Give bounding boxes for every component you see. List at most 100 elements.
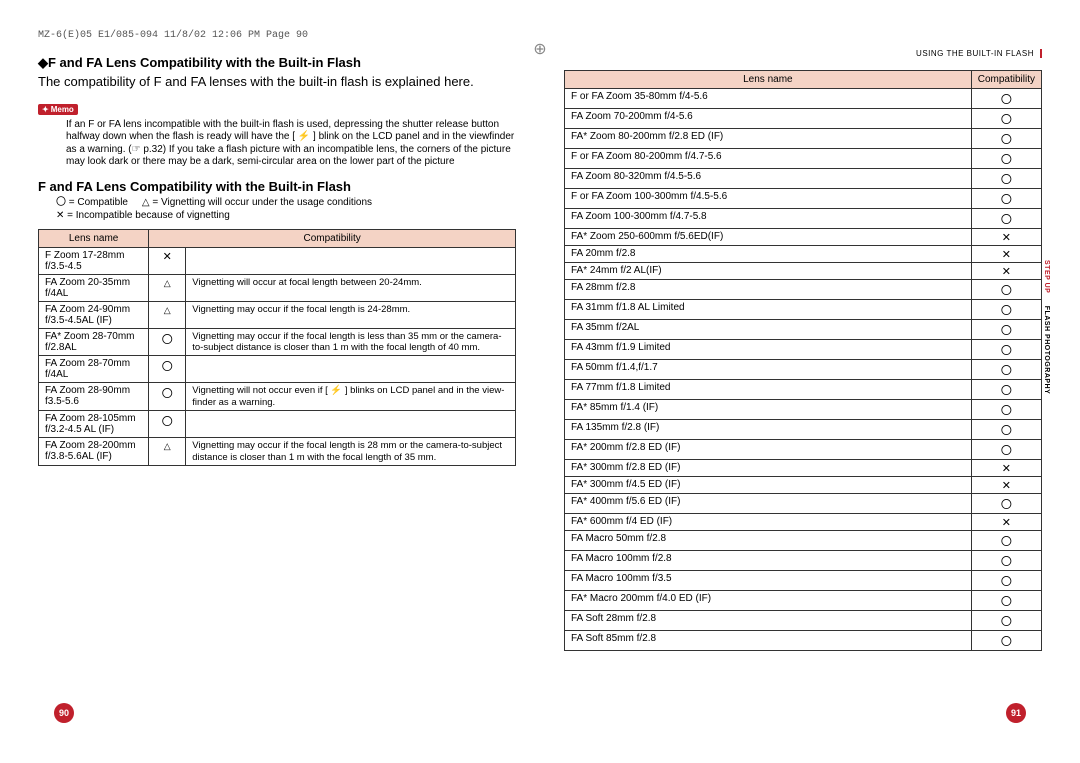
note-cell: Vignetting will not occur even if [ ⚡ ] … <box>186 383 516 411</box>
symbol-cell: 〇 <box>149 328 186 356</box>
print-header: MZ-6(E)05 E1/085-094 11/8/02 12:06 PM Pa… <box>38 30 1042 41</box>
table-row: FA Macro 100mm f/2.8〇 <box>565 551 1042 571</box>
lens-cell: FA* 400mm f/5.6 ED (IF) <box>565 494 972 514</box>
page-number-left: 90 <box>54 703 74 723</box>
symbol-cell: 〇 <box>971 494 1041 514</box>
symbol-cell: 〇 <box>971 360 1041 380</box>
right-page: USING THE BUILT-IN FLASH Lens name Compa… <box>564 49 1042 651</box>
left-page: ◆F and FA Lens Compatibility with the Bu… <box>38 49 516 651</box>
table-row: FA Macro 50mm f/2.8〇 <box>565 531 1042 551</box>
table-row: FA* 85mm f/1.4 (IF)〇 <box>565 400 1042 420</box>
lens-cell: FA Macro 100mm f/3.5 <box>565 571 972 591</box>
table-row: F or FA Zoom 35-80mm f/4-5.6〇 <box>565 89 1042 109</box>
side-tab: STEP UP FLASH PHOTOGRAPHY <box>1043 260 1050 394</box>
memo-badge: ✦ Memo <box>38 104 78 115</box>
legend-cross: ✕ = Incompatible because of vignetting <box>56 210 230 221</box>
section-title: ◆F and FA Lens Compatibility with the Bu… <box>38 55 516 71</box>
lens-cell: FA 77mm f/1.8 Limited <box>565 380 972 400</box>
lens-cell: FA* Zoom 28-70mm f/2.8AL <box>39 328 149 356</box>
symbol-cell: 〇 <box>971 280 1041 300</box>
lens-cell: F Zoom 17-28mm f/3.5-4.5 <box>39 247 149 274</box>
side-tab-flash: FLASH PHOTOGRAPHY <box>1043 306 1050 395</box>
note-cell <box>186 247 516 274</box>
lens-cell: FA Zoom 70-200mm f/4-5.6 <box>565 109 972 129</box>
table-row: FA Zoom 70-200mm f/4-5.6〇 <box>565 109 1042 129</box>
note-cell: Vignetting may occur if the focal length… <box>186 301 516 328</box>
lens-cell: FA Zoom 24-90mm f/3.5-4.5AL (IF) <box>39 301 149 328</box>
lens-cell: FA 31mm f/1.8 AL Limited <box>565 300 972 320</box>
lens-cell: F or FA Zoom 80-200mm f/4.7-5.6 <box>565 149 972 169</box>
symbol-cell: 〇 <box>971 340 1041 360</box>
table-row: FA 28mm f/2.8〇 <box>565 280 1042 300</box>
table-row: FA 135mm f/2.8 (IF)〇 <box>565 420 1042 440</box>
table-row: FA Zoom 28-200mm f/3.8-5.6AL (IF)△Vignet… <box>39 438 516 466</box>
table-row: FA Zoom 28-70mm f/4AL〇 <box>39 356 516 383</box>
symbol-cell: 〇 <box>149 356 186 383</box>
right-table: Lens name Compatibility F or FA Zoom 35-… <box>564 70 1042 651</box>
table-row: FA 20mm f/2.8✕ <box>565 246 1042 263</box>
lens-cell: FA* Macro 200mm f/4.0 ED (IF) <box>565 591 972 611</box>
lens-cell: FA* 300mm f/4.5 ED (IF) <box>565 477 972 494</box>
memo-text: If an F or FA lens incompatible with the… <box>66 119 516 169</box>
th-lens: Lens name <box>39 229 149 247</box>
lens-cell: FA Soft 28mm f/2.8 <box>565 611 972 631</box>
symbol-cell: 〇 <box>971 129 1041 149</box>
symbol-cell: ✕ <box>149 247 186 274</box>
table-row: FA 31mm f/1.8 AL Limited〇 <box>565 300 1042 320</box>
symbol-cell: 〇 <box>971 89 1041 109</box>
crop-mark-icon: ⊕ <box>533 42 546 58</box>
lens-cell: FA 28mm f/2.8 <box>565 280 972 300</box>
symbol-cell: 〇 <box>971 300 1041 320</box>
table-title: F and FA Lens Compatibility with the Bui… <box>38 179 516 194</box>
table-row: FA* Zoom 80-200mm f/2.8 ED (IF)〇 <box>565 129 1042 149</box>
memo-label: Memo <box>51 105 74 114</box>
left-table: Lens name Compatibility F Zoom 17-28mm f… <box>38 229 516 466</box>
lens-cell: FA Zoom 100-300mm f/4.7-5.8 <box>565 209 972 229</box>
table-row: FA* 400mm f/5.6 ED (IF)〇 <box>565 494 1042 514</box>
lens-cell: FA Zoom 20-35mm f/4AL <box>39 274 149 301</box>
lens-cell: FA* 200mm f/2.8 ED (IF) <box>565 440 972 460</box>
table-row: FA Zoom 80-320mm f/4.5-5.6〇 <box>565 169 1042 189</box>
lens-cell: FA 35mm f/2AL <box>565 320 972 340</box>
table-row: F Zoom 17-28mm f/3.5-4.5✕ <box>39 247 516 274</box>
symbol-cell: ✕ <box>971 263 1041 280</box>
table-row: FA Zoom 100-300mm f/4.7-5.8〇 <box>565 209 1042 229</box>
note-cell <box>186 411 516 438</box>
table-row: FA 50mm f/1.4,f/1.7〇 <box>565 360 1042 380</box>
symbol-cell: 〇 <box>149 383 186 411</box>
table-row: FA Zoom 28-105mm f/3.2-4.5 AL (IF)〇 <box>39 411 516 438</box>
table-row: FA Zoom 24-90mm f/3.5-4.5AL (IF)△Vignett… <box>39 301 516 328</box>
symbol-cell: ✕ <box>971 477 1041 494</box>
lens-cell: FA Soft 85mm f/2.8 <box>565 631 972 651</box>
lens-cell: FA Macro 100mm f/2.8 <box>565 551 972 571</box>
symbol-cell: ✕ <box>971 514 1041 531</box>
side-tab-stepup: STEP UP <box>1043 260 1050 293</box>
symbol-cell: 〇 <box>971 109 1041 129</box>
lens-cell: FA Zoom 28-90mm f3.5-5.6 <box>39 383 149 411</box>
legend-circle: 〇 = Compatible <box>56 197 128 208</box>
table-row: FA* 600mm f/4 ED (IF)✕ <box>565 514 1042 531</box>
page: MZ-6(E)05 E1/085-094 11/8/02 12:06 PM Pa… <box>0 0 1080 763</box>
symbol-cell: 〇 <box>971 189 1041 209</box>
lens-cell: FA* Zoom 80-200mm f/2.8 ED (IF) <box>565 129 972 149</box>
symbol-cell: 〇 <box>971 420 1041 440</box>
lens-cell: FA Zoom 80-320mm f/4.5-5.6 <box>565 169 972 189</box>
symbol-cell: △ <box>149 274 186 301</box>
table-row: FA Soft 28mm f/2.8〇 <box>565 611 1042 631</box>
lens-cell: FA* 85mm f/1.4 (IF) <box>565 400 972 420</box>
lens-cell: FA Zoom 28-70mm f/4AL <box>39 356 149 383</box>
lens-cell: F or FA Zoom 100-300mm f/4.5-5.6 <box>565 189 972 209</box>
th-compat: Compatibility <box>149 229 516 247</box>
lens-cell: FA 135mm f/2.8 (IF) <box>565 420 972 440</box>
symbol-cell: 〇 <box>971 320 1041 340</box>
lens-cell: FA* 600mm f/4 ED (IF) <box>565 514 972 531</box>
symbol-cell: △ <box>149 301 186 328</box>
table-row: FA* 300mm f/4.5 ED (IF)✕ <box>565 477 1042 494</box>
table-row: FA* 200mm f/2.8 ED (IF)〇 <box>565 440 1042 460</box>
legend: 〇 = Compatible △ = Vignetting will occur… <box>56 196 516 223</box>
plus-icon: ✦ <box>42 105 49 114</box>
symbol-cell: 〇 <box>971 571 1041 591</box>
table-row: FA* Zoom 250-600mm f/5.6ED(IF)✕ <box>565 229 1042 246</box>
note-cell: Vignetting may occur if the focal length… <box>186 438 516 466</box>
symbol-cell: ✕ <box>971 246 1041 263</box>
